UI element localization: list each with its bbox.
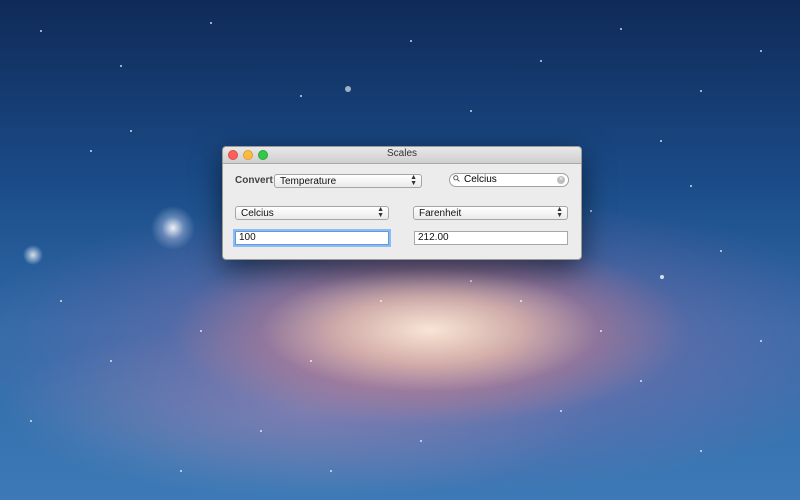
to-value-input[interactable]: 212.00	[414, 231, 568, 245]
scales-window: Scales Convert Temperature ▲ ▼ Celcius × …	[222, 146, 582, 260]
to-unit-popup[interactable]: Farenheit ▲ ▼	[413, 206, 568, 220]
title-bar[interactable]: Scales	[223, 147, 581, 164]
convert-label: Convert	[235, 175, 273, 186]
chevron-updown-icon: ▲ ▼	[377, 206, 384, 219]
search-icon	[453, 175, 460, 182]
from-unit-popup[interactable]: Celcius ▲ ▼	[235, 206, 389, 220]
from-unit-value: Celcius	[241, 208, 274, 219]
from-value-input[interactable]: 100	[235, 231, 389, 245]
search-input[interactable]: Celcius ×	[449, 173, 569, 187]
clear-search-icon[interactable]: ×	[557, 176, 565, 184]
to-unit-value: Farenheit	[419, 208, 462, 219]
category-popup-value: Temperature	[280, 176, 337, 187]
window-title: Scales	[386, 148, 417, 159]
chevron-updown-icon: ▲ ▼	[410, 174, 417, 187]
category-popup[interactable]: Temperature ▲ ▼	[274, 174, 422, 188]
search-input-value: Celcius	[464, 174, 497, 185]
chevron-updown-icon: ▲ ▼	[556, 206, 563, 219]
